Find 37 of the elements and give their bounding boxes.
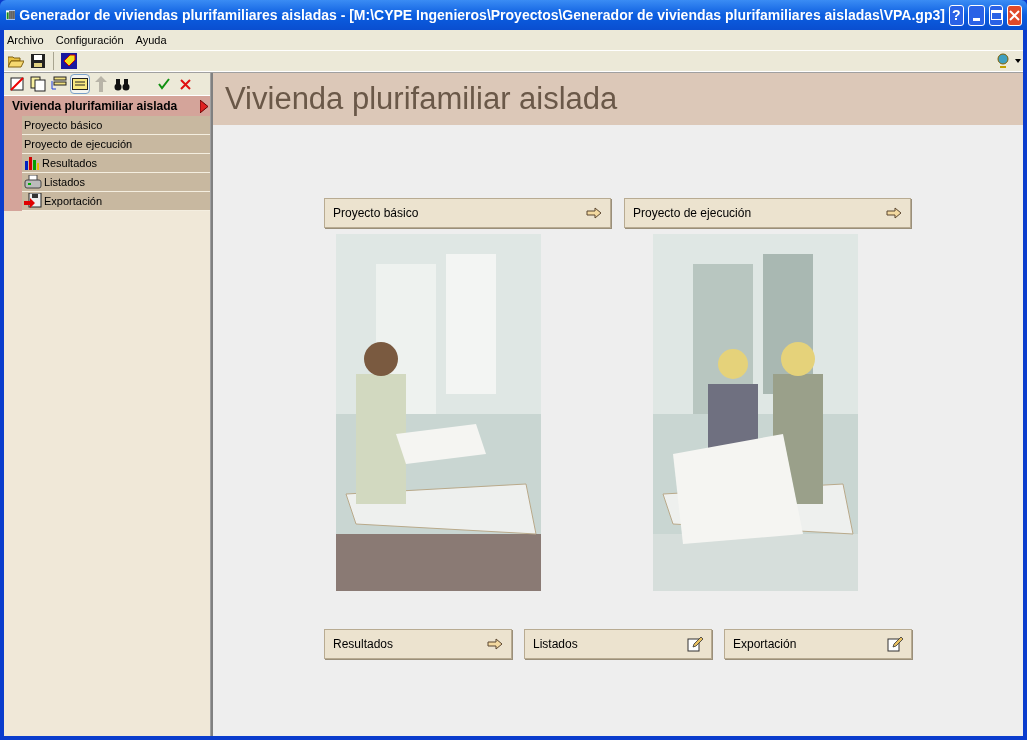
arrow-icon xyxy=(487,638,503,650)
price-tag-icon[interactable] xyxy=(59,51,79,71)
arrow-icon xyxy=(586,207,602,219)
tree-item[interactable]: Resultados xyxy=(22,154,210,173)
tree-root-item[interactable]: Vivienda plurifamiliar aislada xyxy=(4,96,210,116)
page-button[interactable]: Listados xyxy=(524,629,712,659)
page-button[interactable]: Exportación xyxy=(724,629,912,659)
card-icon[interactable] xyxy=(70,74,90,94)
menu-item[interactable]: Archivo xyxy=(7,31,44,49)
export-icon xyxy=(24,193,42,209)
save-icon[interactable] xyxy=(28,51,48,71)
pencil-icon xyxy=(887,636,903,652)
help-button[interactable]: ? xyxy=(948,4,964,26)
arrow-icon xyxy=(886,207,902,219)
expand-arrow-icon[interactable] xyxy=(200,99,208,113)
app-icon xyxy=(6,8,16,22)
tree-item[interactable]: Exportación xyxy=(22,192,210,211)
page-button[interactable]: Resultados xyxy=(324,629,512,659)
page-title: Vivienda plurifamiliar aislada xyxy=(225,79,618,118)
printer-icon xyxy=(24,175,42,189)
page-button[interactable]: Proyecto de ejecución xyxy=(624,198,911,228)
tree-item[interactable]: Proyecto de ejecución xyxy=(22,135,210,154)
pencil-icon xyxy=(687,636,703,652)
tree-item[interactable]: Listados xyxy=(22,173,210,192)
delete-icon[interactable] xyxy=(7,74,27,94)
bar-chart-icon xyxy=(24,156,40,170)
window-title: Generador de viviendas plurifamiliares aisladas - [M:\CYPE Ingenieros\Proyectos\Generador de viviendas plurifamiliares aisladas\VPA.gp3] xyxy=(19,5,945,25)
close-button[interactable] xyxy=(1007,4,1022,26)
minimize-button[interactable] xyxy=(967,4,985,26)
close-icon xyxy=(1009,9,1021,21)
dropdown-caret-icon[interactable] xyxy=(1015,59,1021,63)
page-button[interactable]: Proyecto básico xyxy=(324,198,611,228)
menu-item[interactable]: Ayuda xyxy=(135,31,167,49)
copy-icon[interactable] xyxy=(28,74,48,94)
maximize-button[interactable] xyxy=(988,4,1004,26)
tree-item[interactable]: Proyecto básico xyxy=(22,116,210,135)
menu-item[interactable]: Configuración xyxy=(55,31,124,49)
